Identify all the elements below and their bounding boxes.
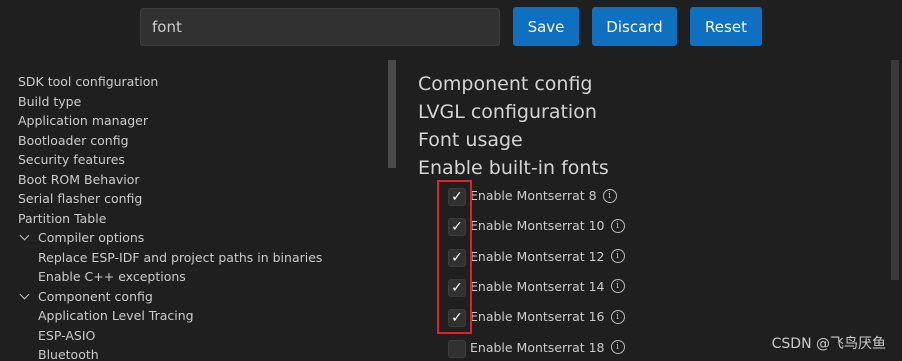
- checkmark-icon: ✓: [451, 279, 463, 296]
- font-option-label: Enable Montserrat 14 i: [470, 279, 625, 294]
- font-option-text: Enable Montserrat 14: [470, 278, 605, 294]
- tree-item[interactable]: Enable C++ exceptions: [38, 267, 186, 287]
- font-checkbox[interactable]: ✓: [448, 278, 466, 297]
- search-input[interactable]: [140, 8, 500, 46]
- tree-item-label: Partition Table: [18, 210, 107, 226]
- checkmark-icon: ✓: [451, 219, 463, 236]
- tree-item-label: Application Level Tracing: [38, 308, 194, 323]
- tree-item[interactable]: Serial flasher config: [18, 189, 142, 209]
- tree-item[interactable]: SDK tool configuration: [18, 72, 158, 92]
- font-option-text: Enable Montserrat 16: [470, 309, 605, 325]
- tree-item-label: Enable C++ exceptions: [38, 269, 186, 284]
- tree-item[interactable]: Application Level Tracing: [38, 306, 194, 326]
- tree-item-label: Component config: [38, 288, 153, 304]
- section-heading: Component config: [418, 73, 593, 95]
- tree-item[interactable]: Partition Table: [18, 209, 106, 229]
- chevron-down-icon[interactable]: [19, 230, 30, 241]
- tree-item-label: Application manager: [18, 113, 148, 128]
- tree-item[interactable]: Component config: [19, 287, 153, 307]
- tree-item-label: Bluetooth: [38, 347, 99, 361]
- tree-item[interactable]: ESP-ASIO: [38, 326, 95, 346]
- tree-item-label: Build type: [18, 93, 82, 109]
- tree-item-label: Compiler options: [38, 230, 145, 245]
- discard-button[interactable]: Discard: [592, 7, 677, 46]
- font-option-label: Enable Montserrat 18 i: [470, 340, 625, 355]
- font-option-text: Enable Montserrat 8: [470, 188, 597, 203]
- font-option-label: Enable Montserrat 16 i: [470, 309, 625, 324]
- tree-item[interactable]: Compiler options: [19, 228, 145, 248]
- checkmark-icon: ✓: [451, 249, 463, 266]
- tree-item-label: Boot ROM Behavior: [18, 171, 140, 187]
- font-checkbox[interactable]: [448, 339, 466, 358]
- font-option-text: Enable Montserrat 18: [470, 339, 605, 355]
- tree-item-label: Security features: [18, 152, 125, 167]
- reset-button[interactable]: Reset: [690, 7, 762, 46]
- tree-item-label: Replace ESP-IDF and project paths in bin…: [38, 249, 323, 265]
- section-heading: Font usage: [418, 129, 523, 151]
- tree-item[interactable]: Boot ROM Behavior: [18, 170, 140, 190]
- font-option-text: Enable Montserrat 10: [470, 218, 605, 234]
- save-button[interactable]: Save: [513, 7, 579, 46]
- watermark: CSDN @飞鸟厌鱼: [771, 336, 886, 352]
- font-checkbox[interactable]: ✓: [448, 218, 466, 237]
- font-option-label: Enable Montserrat 8 i: [470, 188, 617, 203]
- tree-item[interactable]: Replace ESP-IDF and project paths in bin…: [38, 248, 322, 268]
- font-option-label: Enable Montserrat 12 i: [470, 249, 625, 264]
- info-icon[interactable]: i: [610, 279, 625, 294]
- tree-item-label: ESP-ASIO: [38, 327, 96, 343]
- info-icon[interactable]: i: [602, 188, 617, 203]
- section-heading: LVGL configuration: [418, 101, 597, 123]
- chevron-down-icon[interactable]: [19, 289, 30, 299]
- font-option-text: Enable Montserrat 12: [470, 248, 605, 264]
- checkmark-icon: ✓: [451, 189, 463, 205]
- info-icon[interactable]: i: [610, 218, 625, 233]
- info-icon[interactable]: i: [610, 309, 625, 324]
- settings-scrollbar[interactable]: [891, 60, 899, 280]
- info-icon[interactable]: i: [610, 249, 625, 264]
- font-checkbox[interactable]: ✓: [448, 188, 466, 206]
- tree-item-label: Serial flasher config: [18, 191, 143, 206]
- tree-item[interactable]: Application manager: [18, 111, 148, 131]
- info-icon[interactable]: i: [610, 340, 625, 354]
- settings-tree: SDK tool configuration Build type Applicat…: [0, 70, 386, 361]
- font-checkbox[interactable]: ✓: [448, 248, 466, 267]
- tree-item-label: Bootloader config: [18, 132, 129, 148]
- font-checkbox[interactable]: ✓: [448, 309, 466, 328]
- tree-item-label: SDK tool configuration: [18, 74, 159, 89]
- tree-item[interactable]: Build type: [18, 92, 81, 112]
- section-heading: Enable built-in fonts: [418, 157, 609, 179]
- tree-item[interactable]: Security features: [18, 150, 125, 170]
- font-option-label: Enable Montserrat 10 i: [470, 218, 625, 233]
- tree-item[interactable]: Bootloader config: [18, 131, 129, 151]
- tree-scrollbar[interactable]: [388, 60, 396, 168]
- checkmark-icon: ✓: [451, 310, 463, 327]
- tree-item[interactable]: Bluetooth: [38, 345, 99, 361]
